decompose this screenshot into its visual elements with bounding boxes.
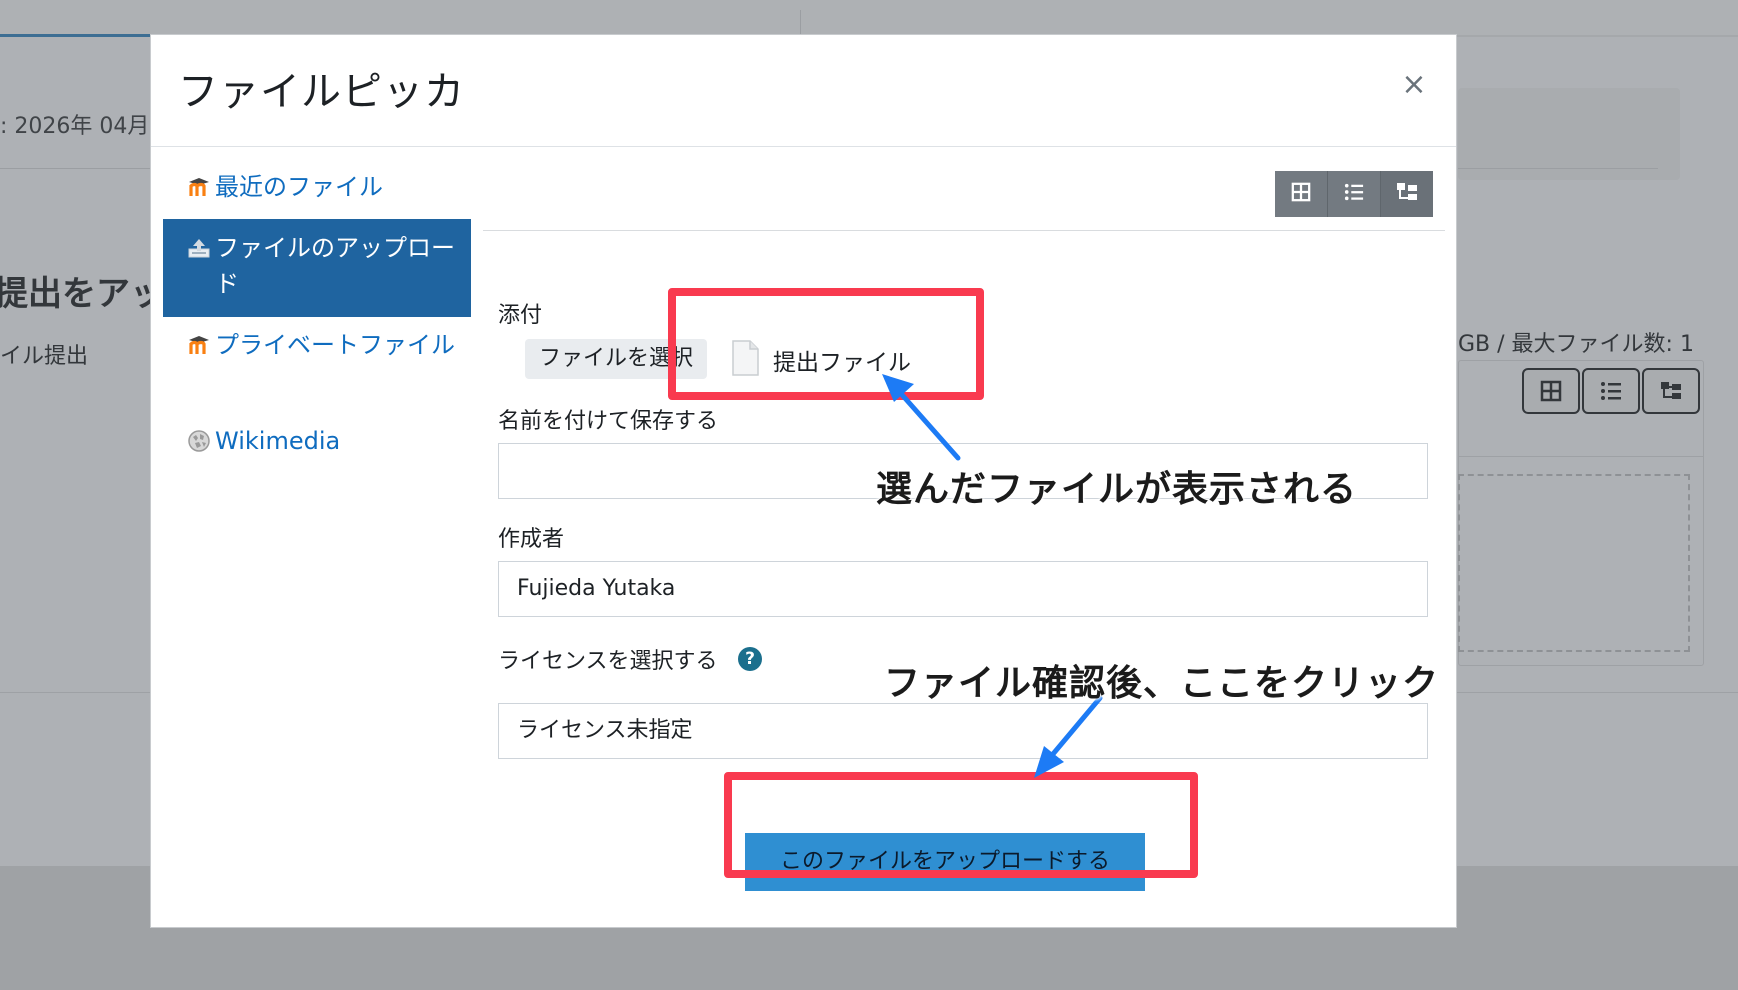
bg-date-text: : 2026年 04月 (0, 114, 150, 139)
upload-icon (187, 236, 211, 260)
repository-sidebar: 最近のファイル ファイルのアップロード プライベートファイル Wikimedia (163, 159, 471, 473)
sidebar-item-label: プライベートファイル (215, 331, 455, 359)
dialog-header: ファイルピッカ × (151, 35, 1456, 147)
tree-view-button[interactable] (1381, 171, 1433, 217)
grid-view-icon (1291, 182, 1311, 206)
grid-view-icon (1522, 368, 1580, 414)
tree-view-icon (1396, 181, 1418, 207)
highlight-selected-file (668, 288, 984, 400)
bg-topbar (0, 0, 1738, 37)
bg-heading: 提出をアッ (0, 274, 164, 314)
list-view-icon (1582, 368, 1640, 414)
bg-topbar-divider (800, 10, 801, 34)
sidebar-item-wikimedia[interactable]: Wikimedia (163, 413, 471, 473)
help-icon[interactable]: ? (738, 647, 762, 671)
highlight-upload-button (724, 772, 1198, 878)
bg-divider (1458, 456, 1704, 457)
saveas-label: 名前を付けて保存する (498, 409, 719, 434)
license-select[interactable]: ライセンス未指定 (498, 703, 1428, 759)
view-mode-toolbar (1275, 171, 1433, 217)
author-input[interactable]: Fujieda Yutaka (498, 561, 1428, 617)
wikimedia-icon (187, 429, 211, 453)
sidebar-item-label: 最近のファイル (215, 173, 383, 201)
bg-divider (1458, 168, 1658, 169)
moodle-icon (187, 175, 211, 199)
bg-info-box (1458, 88, 1680, 180)
annotation-file-shown: 選んだファイルが表示される (876, 469, 1358, 510)
sidebar-item-private-files[interactable]: プライベートファイル (163, 317, 471, 413)
tree-view-icon (1642, 368, 1700, 414)
list-view-button[interactable] (1328, 171, 1381, 217)
sidebar-item-label: ファイルのアップロード (215, 234, 455, 298)
bg-limits-text: GB / 最大ファイル数: 1 (1458, 332, 1694, 357)
grid-view-button[interactable] (1275, 171, 1328, 217)
moodle-icon (187, 333, 211, 357)
dialog-title: ファイルピッカ (178, 69, 465, 115)
sidebar-item-recent-files[interactable]: 最近のファイル (163, 159, 471, 219)
sidebar-item-label: Wikimedia (215, 427, 341, 455)
bg-dropzone (1458, 474, 1690, 652)
license-label: ライセンスを選択する (498, 649, 718, 674)
annotation-click-here: ファイル確認後、ここをクリック (884, 663, 1440, 704)
list-view-icon (1344, 182, 1364, 206)
bg-divider (0, 168, 150, 169)
bg-subtext: イル提出 (0, 344, 89, 369)
bg-viewbar (1522, 368, 1700, 414)
divider (483, 230, 1445, 231)
attachment-label: 添付 (498, 303, 543, 328)
sidebar-item-upload[interactable]: ファイルのアップロード (163, 219, 471, 317)
author-label: 作成者 (498, 527, 565, 552)
bg-active-tab-line (0, 34, 150, 37)
close-button[interactable]: × (1398, 69, 1430, 101)
